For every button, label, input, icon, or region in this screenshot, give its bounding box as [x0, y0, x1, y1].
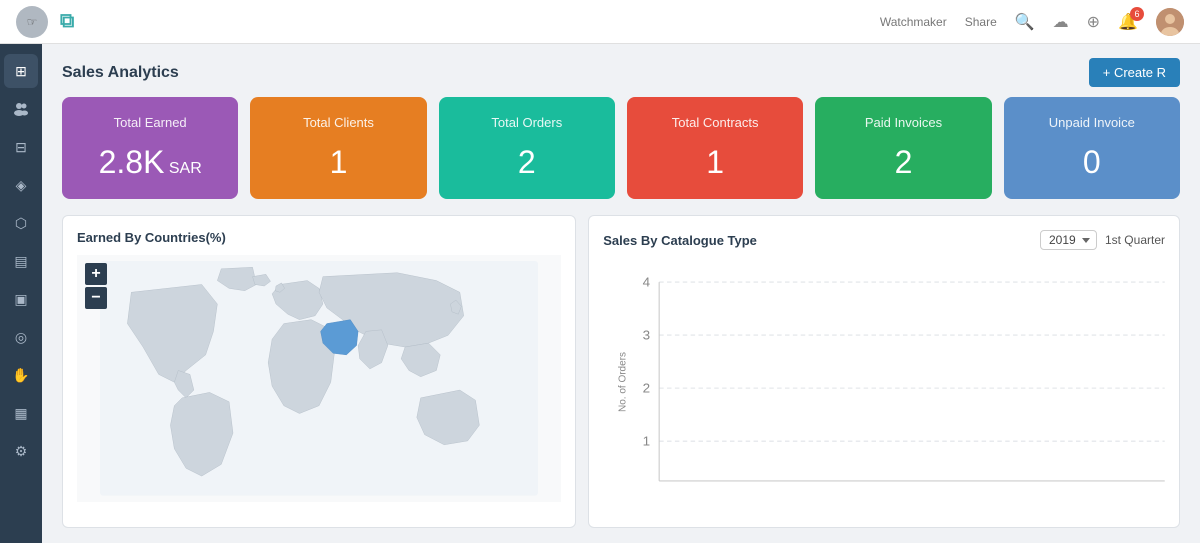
quarter-label: 1st Quarter	[1105, 233, 1165, 247]
stat-card-label-total-contracts: Total Contracts	[643, 115, 787, 130]
chart-svg: 4 3 2 1	[603, 260, 1165, 503]
stat-card-paid-invoices[interactable]: Paid Invoices 2	[815, 97, 991, 199]
stat-card-value-total-orders: 2	[455, 144, 599, 181]
sidebar-item-globe[interactable]: ◎	[4, 320, 38, 354]
svg-text:2: 2	[643, 381, 651, 396]
stat-card-label-unpaid-invoices: Unpaid Invoice	[1020, 115, 1164, 130]
chart-header: Sales By Catalogue Type 201920182017 1st…	[603, 230, 1165, 250]
page-header: Sales Analytics + Create R	[42, 44, 1200, 97]
year-select[interactable]: 201920182017	[1040, 230, 1097, 250]
sidebar-item-idcard[interactable]: ▣	[4, 282, 38, 316]
chart-panel: Sales By Catalogue Type 201920182017 1st…	[588, 215, 1180, 528]
nav-left: ☞ ⧉	[16, 6, 74, 38]
sidebar-item-settings[interactable]: ⚙	[4, 434, 38, 468]
sidebar-item-people[interactable]	[4, 92, 38, 126]
map-container: + −	[77, 255, 561, 502]
watchmaker-label: Watchmaker	[880, 15, 947, 29]
stat-card-total-clients[interactable]: Total Clients 1	[250, 97, 426, 199]
user-avatar-top[interactable]: ☞	[16, 6, 48, 38]
notification-badge: 6	[1130, 7, 1144, 21]
stat-card-label-paid-invoices: Paid Invoices	[831, 115, 975, 130]
svg-text:3: 3	[643, 328, 651, 343]
sidebar-item-handshake[interactable]: ✋	[4, 358, 38, 392]
sidebar-item-dashboard[interactable]: ⊞	[4, 54, 38, 88]
sidebar-item-chartbar[interactable]: ▦	[4, 396, 38, 430]
stat-card-value-total-clients: 1	[266, 144, 410, 181]
stat-card-total-contracts[interactable]: Total Contracts 1	[627, 97, 803, 199]
stat-card-label-total-orders: Total Orders	[455, 115, 599, 130]
map-panel-title: Earned By Countries(%)	[77, 230, 561, 245]
bottom-panels: Earned By Countries(%) + −	[42, 215, 1200, 528]
sidebar-item-grid[interactable]: ⊟	[4, 130, 38, 164]
top-nav: ☞ ⧉ Watchmaker Share 🔍 ☁ ⊕ 🔔 6	[0, 0, 1200, 44]
app-layout: ⊞ ⊟ ◈ ⬡ ▤ ▣ ◎ ✋ ▦ ⚙ Sales Analytics + Cr…	[0, 44, 1200, 543]
page-title: Sales Analytics	[62, 64, 179, 82]
stat-card-value-total-contracts: 1	[643, 144, 787, 181]
map-panel: Earned By Countries(%) + −	[62, 215, 576, 528]
sidebar-item-box[interactable]: ⬡	[4, 206, 38, 240]
svg-text:4: 4	[643, 275, 651, 290]
stat-cards-row: Total Earned 2.8K SAR Total Clients 1 To…	[42, 97, 1200, 215]
share-label: Share	[965, 15, 997, 29]
world-map	[77, 255, 561, 502]
stat-card-total-earned[interactable]: Total Earned 2.8K SAR	[62, 97, 238, 199]
nav-right: Watchmaker Share 🔍 ☁ ⊕ 🔔 6	[880, 8, 1184, 36]
map-controls: + −	[85, 263, 107, 311]
y-axis-label: No. of Orders	[618, 351, 629, 411]
stat-card-label-total-earned: Total Earned	[78, 115, 222, 130]
avatar-image	[1156, 8, 1184, 36]
help-icon[interactable]: ⊕	[1087, 12, 1100, 32]
user-avatar[interactable]	[1156, 8, 1184, 36]
sidebar: ⊞ ⊟ ◈ ⬡ ▤ ▣ ◎ ✋ ▦ ⚙	[0, 44, 42, 543]
map-zoom-out[interactable]: −	[85, 287, 107, 309]
sidebar-item-layers[interactable]: ◈	[4, 168, 38, 202]
main-content: Sales Analytics + Create R Total Earned …	[42, 44, 1200, 543]
stat-card-label-total-clients: Total Clients	[266, 115, 410, 130]
stat-card-total-orders[interactable]: Total Orders 2	[439, 97, 615, 199]
stat-card-value-paid-invoices: 2	[831, 144, 975, 181]
chart-controls: 201920182017 1st Quarter	[1040, 230, 1165, 250]
stat-card-unpaid-invoices[interactable]: Unpaid Invoice 0	[1004, 97, 1180, 199]
stat-card-value-unpaid-invoices: 0	[1020, 144, 1164, 181]
svg-text:1: 1	[643, 434, 651, 449]
search-icon[interactable]: 🔍	[1015, 12, 1035, 32]
sidebar-item-document[interactable]: ▤	[4, 244, 38, 278]
app-logo-icon: ⧉	[60, 10, 74, 33]
map-zoom-in[interactable]: +	[85, 263, 107, 285]
chart-area: No. of Orders 4 3 2 1	[603, 260, 1165, 503]
chart-title: Sales By Catalogue Type	[603, 233, 757, 248]
create-button[interactable]: + Create R	[1089, 58, 1180, 87]
cloud-icon[interactable]: ☁	[1053, 12, 1069, 32]
notifications-icon[interactable]: 🔔 6	[1118, 12, 1138, 32]
stat-card-value-total-earned: 2.8K SAR	[78, 144, 222, 181]
